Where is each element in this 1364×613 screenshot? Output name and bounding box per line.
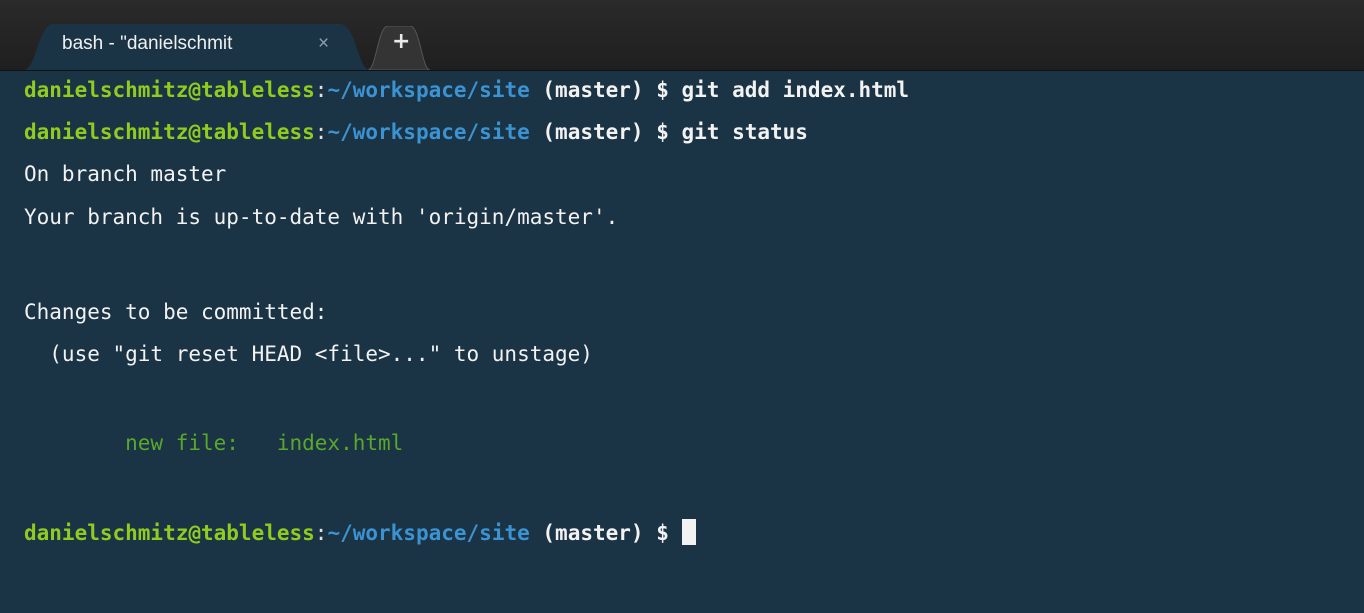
output-staged-file: new file: index.html — [24, 431, 404, 455]
prompt-path: ~/workspace/site — [327, 78, 530, 102]
prompt-line-1: danielschmitz@tableless:~/workspace/site… — [24, 75, 909, 105]
output-up-to-date: Your branch is up-to-date with 'origin/m… — [24, 205, 619, 229]
command-text: git status — [681, 120, 808, 144]
prompt-line-3[interactable]: danielschmitz@tableless:~/workspace/site… — [24, 518, 696, 548]
prompt-branch: (master) $ — [542, 521, 669, 545]
prompt-colon: : — [314, 120, 328, 144]
prompt-colon: : — [314, 521, 328, 545]
plus-icon[interactable]: + — [392, 29, 410, 54]
prompt-user: danielschmitz@tableless — [24, 78, 315, 102]
prompt-branch: (master) $ — [542, 120, 669, 144]
prompt-path: ~/workspace/site — [327, 120, 530, 144]
output-hint: (use "git reset HEAD <file>..." to unsta… — [24, 342, 593, 366]
prompt-colon: : — [314, 78, 328, 102]
output-changes-header: Changes to be committed: — [24, 300, 328, 324]
terminal-output[interactable]: danielschmitz@tableless:~/workspace/site… — [0, 71, 1364, 613]
tab-bar: bash - "danielschmit × + — [0, 0, 1364, 71]
prompt-branch: (master) $ — [542, 78, 669, 102]
output-on-branch: On branch master — [24, 162, 227, 186]
prompt-user: danielschmitz@tableless — [24, 120, 315, 144]
terminal-window: bash - "danielschmit × + danielschmitz@t… — [0, 0, 1364, 613]
command-text: git add index.html — [681, 78, 910, 102]
prompt-line-2: danielschmitz@tableless:~/workspace/site… — [24, 117, 808, 147]
close-tab-icon[interactable]: × — [318, 33, 329, 55]
prompt-path: ~/workspace/site — [327, 521, 530, 545]
prompt-user: danielschmitz@tableless — [24, 521, 315, 545]
tab-title[interactable]: bash - "danielschmit — [62, 33, 232, 55]
text-cursor[interactable] — [681, 519, 696, 545]
